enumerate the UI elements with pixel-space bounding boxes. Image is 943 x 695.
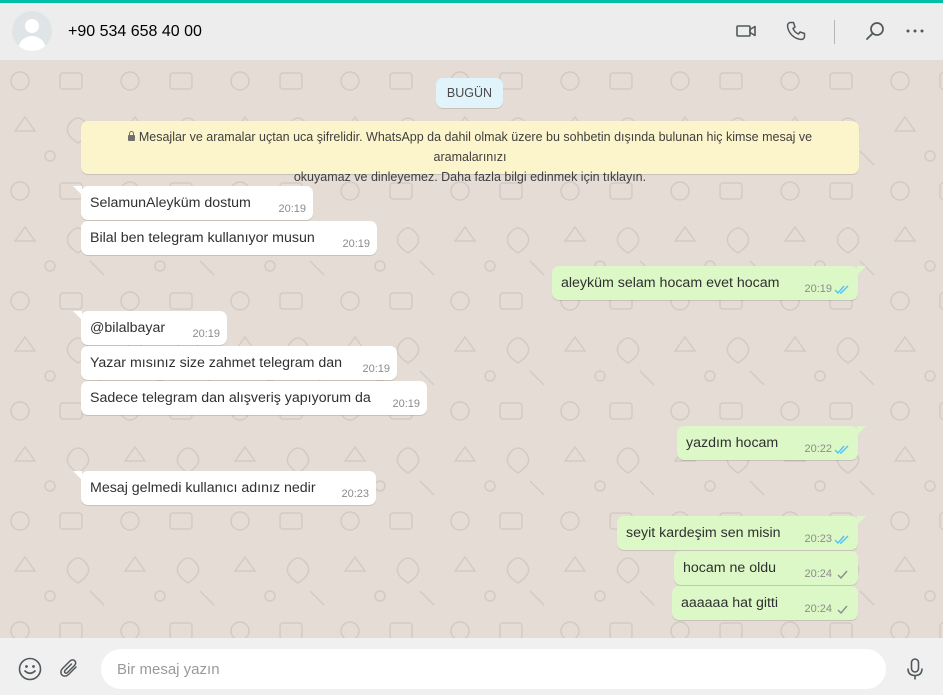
- encryption-notice-line1: Mesajlar ve aramalar uçtan uca şifrelidi…: [138, 130, 813, 164]
- emoji-icon[interactable]: [16, 655, 44, 683]
- lock-icon: [127, 131, 135, 141]
- message-time: 20:24: [804, 568, 832, 580]
- voice-call-icon[interactable]: [782, 17, 810, 45]
- compose-bar: [0, 638, 943, 695]
- chat-header: +90 534 658 40 00: [0, 3, 943, 61]
- bubble-tail: [73, 471, 82, 480]
- sent-check-icon: [837, 570, 848, 580]
- message-incoming[interactable]: Yazar mısınız size zahmet telegram dan 2…: [81, 346, 397, 380]
- message-incoming[interactable]: Mesaj gelmedi kullanıcı adınız nedir 20:…: [73, 471, 376, 505]
- avatar-body-shape: [18, 36, 46, 51]
- message-input[interactable]: [100, 648, 887, 690]
- message-incoming[interactable]: Bilal ben telegram kullanıyor musun 20:1…: [81, 221, 377, 255]
- message-time: 20:19: [362, 363, 390, 375]
- message-time: 20:23: [804, 533, 832, 545]
- read-receipt-icon: [834, 445, 849, 455]
- bubble-tail: [857, 426, 866, 435]
- header-divider: [834, 20, 835, 44]
- message-incoming[interactable]: Sadece telegram dan alışveriş yapıyorum …: [81, 381, 427, 415]
- video-call-icon[interactable]: [732, 17, 760, 45]
- message-text: aaaaaa hat gitti: [681, 595, 779, 611]
- message-text: hocam ne oldu: [683, 560, 777, 576]
- message-text: Yazar mısınız size zahmet telegram dan: [90, 355, 343, 371]
- message-outgoing[interactable]: aaaaaa hat gitti 20:24: [672, 586, 858, 620]
- date-divider: BUGÜN: [436, 78, 503, 108]
- avatar[interactable]: [12, 11, 52, 51]
- message-time: 20:24: [804, 603, 832, 615]
- encryption-notice-line2: okuyamaz ve dinleyemez. Daha fazla bilgi…: [293, 170, 647, 184]
- avatar-head-shape: [25, 19, 39, 33]
- message-text: Sadece telegram dan alışveriş yapıyorum …: [90, 390, 371, 406]
- bubble-tail: [73, 186, 82, 195]
- message-text: yazdım hocam: [686, 435, 779, 451]
- attach-icon[interactable]: [56, 655, 84, 683]
- bubble-tail: [73, 311, 82, 320]
- search-icon[interactable]: [861, 17, 889, 45]
- message-text: @bilalbayar: [90, 320, 166, 336]
- message-time: 20:19: [392, 398, 420, 410]
- message-text: Bilal ben telegram kullanıyor musun: [90, 230, 315, 246]
- bubble-tail: [857, 516, 866, 525]
- message-time: 20:19: [804, 283, 832, 295]
- message-time: 20:19: [278, 203, 306, 215]
- message-text: seyit kardeşim sen misin: [626, 525, 781, 541]
- contact-name[interactable]: +90 534 658 40 00: [68, 23, 202, 41]
- message-text: SelamunAleyküm dostum: [90, 195, 251, 211]
- chat-area[interactable]: BUGÜN Mesajlar ve aramalar uçtan uca şif…: [0, 61, 943, 638]
- read-receipt-icon: [834, 535, 849, 545]
- bubble-tail: [857, 266, 866, 275]
- message-outgoing[interactable]: aleyküm selam hocam evet hocam 20:19: [552, 266, 866, 300]
- message-time: 20:23: [341, 488, 369, 500]
- message-outgoing[interactable]: seyit kardeşim sen misin 20:23: [617, 516, 866, 550]
- sent-check-icon: [837, 605, 848, 615]
- message-text: aleyküm selam hocam evet hocam: [561, 275, 780, 291]
- read-receipt-icon: [834, 285, 849, 295]
- message-time: 20:19: [342, 238, 370, 250]
- message-outgoing[interactable]: yazdım hocam 20:22: [677, 426, 866, 460]
- message-incoming[interactable]: @bilalbayar 20:19: [73, 311, 227, 345]
- message-time: 20:22: [804, 443, 832, 455]
- menu-icon[interactable]: [901, 17, 929, 45]
- message-time: 20:19: [192, 328, 220, 340]
- encryption-notice[interactable]: Mesajlar ve aramalar uçtan uca şifrelidi…: [81, 121, 859, 184]
- microphone-icon[interactable]: [901, 655, 929, 683]
- message-text: Mesaj gelmedi kullanıcı adınız nedir: [90, 480, 316, 496]
- message-incoming[interactable]: SelamunAleyküm dostum 20:19: [73, 186, 313, 220]
- message-outgoing[interactable]: hocam ne oldu 20:24: [674, 551, 858, 585]
